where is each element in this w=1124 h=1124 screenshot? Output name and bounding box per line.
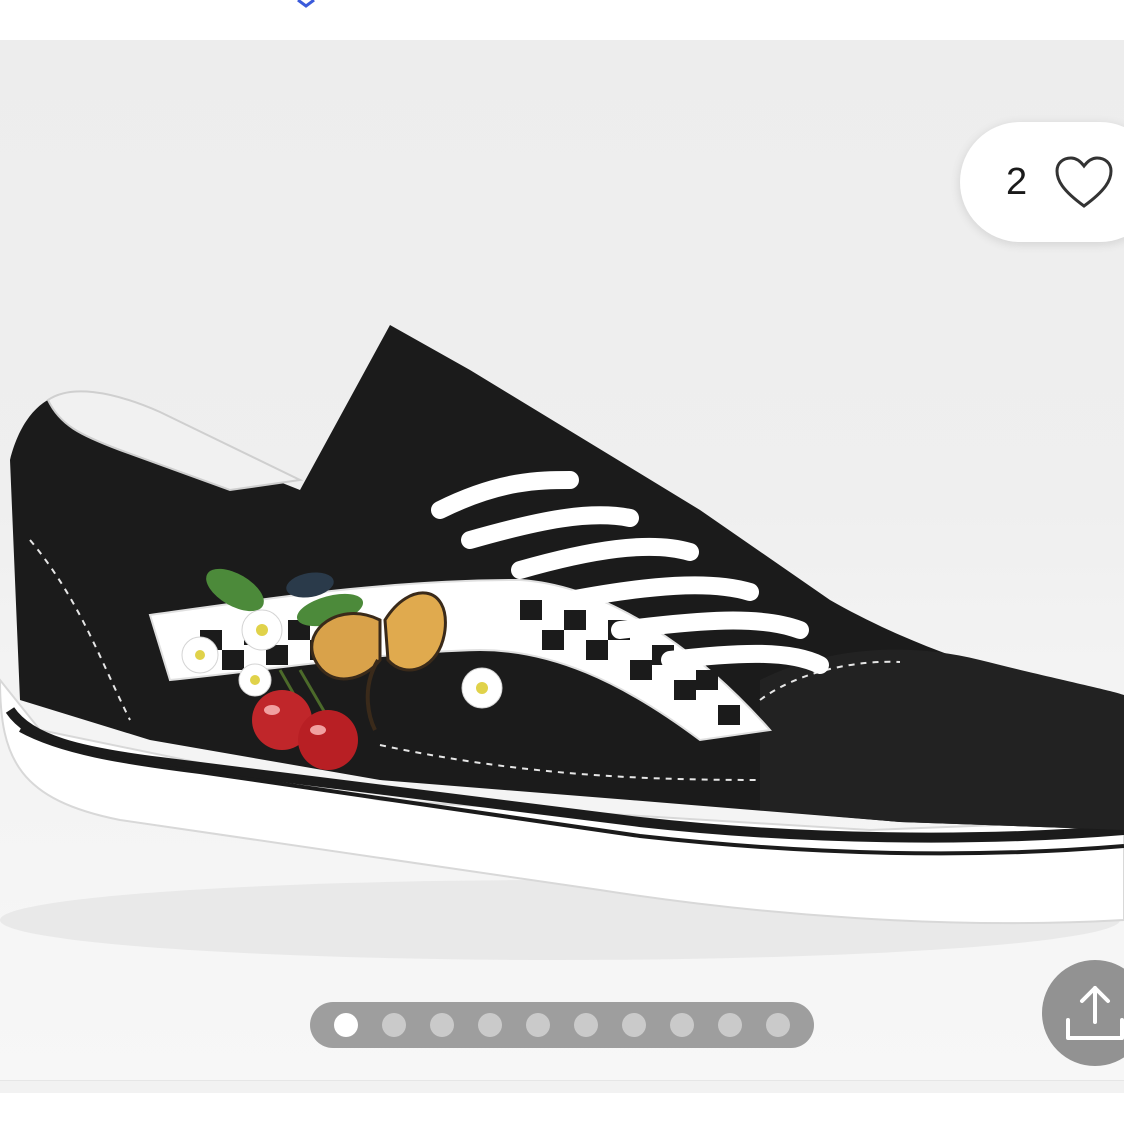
product-gallery[interactable]: 2 [0,40,1124,1080]
pager-dot-10[interactable] [766,1013,790,1037]
pager-dot-5[interactable] [526,1013,550,1037]
section-divider [0,1080,1124,1093]
pager-dot-2[interactable] [382,1013,406,1037]
pager-dot-4[interactable] [478,1013,502,1037]
like-button[interactable]: 2 [960,122,1124,242]
image-pager[interactable] [310,1002,814,1048]
header-strip [0,0,1124,40]
product-image[interactable] [0,40,1124,1080]
heart-icon [1055,156,1113,208]
pager-dot-9[interactable] [718,1013,742,1037]
pager-dot-7[interactable] [622,1013,646,1037]
like-count: 2 [1006,161,1028,203]
verified-badge-icon [297,0,315,8]
pager-dot-6[interactable] [574,1013,598,1037]
listing-page: 2 [0,0,1124,1124]
pager-dot-3[interactable] [430,1013,454,1037]
share-icon [1066,986,1124,1040]
pager-dot-1[interactable] [334,1013,358,1037]
pager-dot-8[interactable] [670,1013,694,1037]
